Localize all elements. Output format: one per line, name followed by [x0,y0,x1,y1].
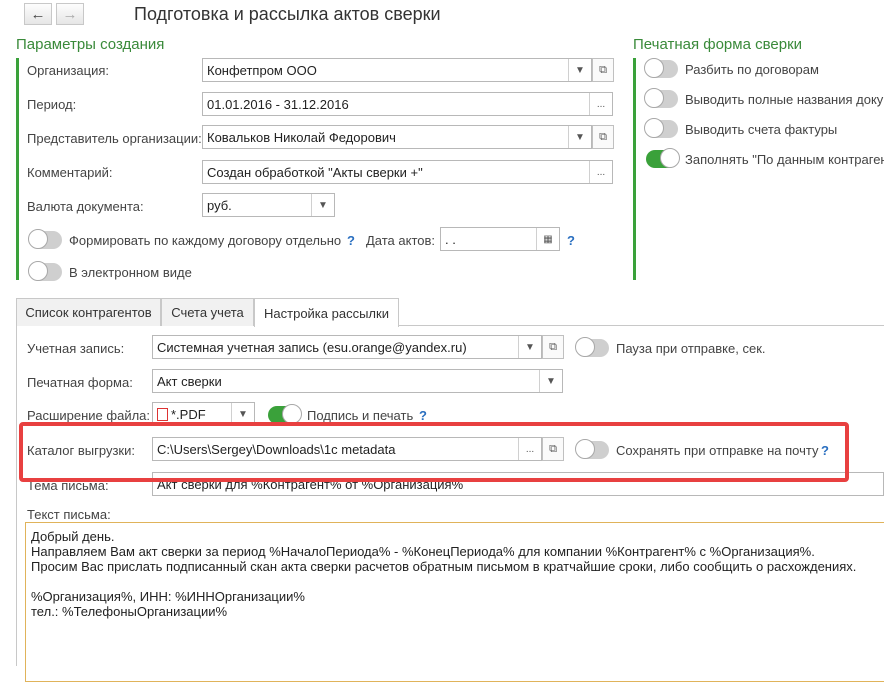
ext-label: Расширение файла: [27,408,151,423]
tab-counterparties[interactable]: Список контрагентов [16,298,161,326]
each-contract-toggle[interactable] [28,229,62,249]
params-group-line [16,58,19,280]
org-label: Организация: [27,63,110,78]
rep-value: Ковальков Николай Федорович [207,129,396,145]
rep-label: Представитель организации: [27,131,202,146]
pause-label: Пауза при отправке, сек. [616,341,766,356]
acts-date-value: . . [445,231,456,247]
sign-label: Подпись и печать [307,408,414,423]
help-icon[interactable]: ? [347,233,355,248]
currency-label: Валюта документа: [27,199,144,214]
electronic-label: В электронном виде [69,265,192,280]
acts-date-label: Дата актов: [366,233,436,248]
dropdown-icon[interactable]: ▼ [539,370,562,392]
each-contract-label: Формировать по каждому договору отдельно [69,233,342,248]
invoices-label: Выводить счета фактуры [685,122,838,137]
comment-field[interactable]: Создан обработкой "Акты сверки +" ... [202,160,613,184]
tab-accounts[interactable]: Счета учета [161,298,254,326]
period-field[interactable]: 01.01.2016 - 31.12.2016 ... [202,92,613,116]
highlight-frame [19,422,849,482]
body-line [31,574,884,589]
account-field[interactable]: Системная учетная запись (esu.orange@yan… [152,335,542,359]
org-value: Конфетпром ООО [207,62,317,78]
help-icon[interactable]: ? [419,408,427,423]
period-label: Период: [27,97,77,112]
dropdown-icon[interactable]: ▼ [311,194,334,216]
back-button[interactable]: ← [24,3,52,25]
tab-panel-border [16,326,17,666]
ext-value: *.PDF [171,406,206,422]
counterparty-data-toggle[interactable] [646,148,680,168]
print-form-group-line [633,58,636,280]
account-label: Учетная запись: [27,341,125,356]
pause-toggle[interactable] [575,337,609,357]
tab-mailing-settings[interactable]: Настройка рассылки [254,298,399,327]
acts-date-field[interactable]: . . ▦ [440,227,560,251]
select-icon[interactable]: ... [589,161,612,183]
dropdown-icon[interactable]: ▼ [568,126,591,148]
electronic-toggle[interactable] [28,261,62,281]
page-title: Подготовка и рассылка актов сверки [134,4,441,24]
invoices-toggle[interactable] [644,118,678,138]
body-line: Добрый день. [31,529,115,544]
printform-value: Акт сверки [157,373,222,389]
body-line: тел.: %ТелефоныОрганизации% [31,604,228,619]
currency-value: руб. [207,197,232,213]
print-form-group-title: Печатная форма сверки [633,36,803,53]
body-line: Просим Вас прислать подписанный скан акт… [31,559,857,574]
body-line: Направляем Вам акт сверки за период %Нач… [31,544,815,559]
forward-button[interactable]: → [56,3,84,25]
comment-label: Комментарий: [27,165,113,180]
body-line: %Организация%, ИНН: %ИННОрганизации% [31,589,305,604]
full-names-toggle[interactable] [644,88,678,108]
currency-field[interactable]: руб. ▼ [202,193,335,217]
full-names-label: Выводить полные названия документов [685,92,884,107]
dropdown-icon[interactable]: ▼ [518,336,541,358]
help-icon[interactable]: ? [567,233,575,248]
params-group-title: Параметры создания [16,36,165,53]
printform-field[interactable]: Акт сверки ▼ [152,369,563,393]
body-textarea[interactable]: Добрый день. Направляем Вам акт сверки з… [25,522,884,682]
rep-field[interactable]: Ковальков Николай Федорович ▼ [202,125,592,149]
calendar-icon[interactable]: ▦ [536,228,559,250]
split-contracts-toggle[interactable] [644,58,678,78]
account-value: Системная учетная запись (esu.orange@yan… [157,339,467,355]
select-icon[interactable]: ... [589,93,612,115]
open-icon[interactable]: ⧉ [542,335,564,359]
counterparty-data-label: Заполнять "По данным контрагента" [685,152,884,167]
body-label: Текст письма: [27,507,111,522]
period-value: 01.01.2016 - 31.12.2016 [207,96,349,112]
dropdown-icon[interactable]: ▼ [568,59,591,81]
printform-label: Печатная форма: [27,375,133,390]
pdf-icon [157,407,168,421]
open-icon[interactable]: ⧉ [592,58,614,82]
open-icon[interactable]: ⧉ [592,125,614,149]
comment-value: Создан обработкой "Акты сверки +" [207,164,423,180]
org-field[interactable]: Конфетпром ООО ▼ [202,58,592,82]
split-contracts-label: Разбить по договорам [685,62,819,77]
